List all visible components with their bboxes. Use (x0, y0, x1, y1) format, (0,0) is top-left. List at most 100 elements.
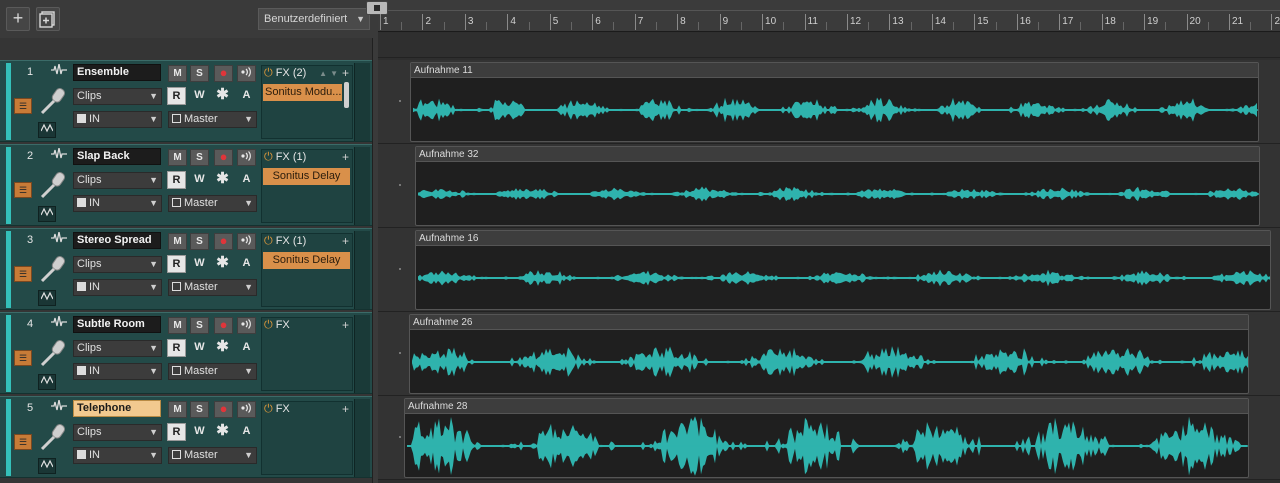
write-automation-button[interactable]: W (190, 423, 209, 441)
automation-icon[interactable] (38, 290, 56, 306)
star-icon[interactable]: ✱ (213, 255, 232, 273)
audio-clip[interactable]: Aufnahme 16 (415, 230, 1271, 310)
add-fx-icon[interactable]: + (342, 318, 349, 332)
fx-slot[interactable]: Sonitus Delay (263, 168, 350, 185)
record-arm-button[interactable]: ● (214, 149, 233, 166)
power-icon[interactable]: ⏻ (264, 151, 273, 163)
add-fx-icon[interactable]: + (342, 66, 349, 80)
now-time-marker[interactable] (366, 1, 388, 15)
input-echo-button[interactable] (237, 65, 256, 82)
track-header[interactable]: 1 Ensemble M S ● ▲▼ Clips▼ IN▼ R W ✱ A M… (0, 60, 372, 142)
star-icon[interactable]: ✱ (213, 339, 232, 357)
mute-button[interactable]: M (168, 401, 187, 418)
automation-lanes-button[interactable]: A (237, 171, 256, 189)
track-name-field[interactable]: Telephone (73, 400, 161, 417)
fx-slot[interactable]: Sonitus Modu... (263, 84, 342, 101)
track-lane[interactable]: Aufnahme 16 (378, 228, 1280, 312)
time-ruler[interactable]: 12345678910111213141516171819202122 (366, 0, 1280, 32)
record-arm-button[interactable]: ● (214, 401, 233, 418)
input-echo-button[interactable] (237, 401, 256, 418)
automation-icon[interactable] (38, 458, 56, 474)
read-automation-button[interactable]: R (167, 339, 186, 357)
track-mode-dropdown[interactable]: Clips ▼ (73, 172, 162, 189)
mute-button[interactable]: M (168, 233, 187, 250)
track-header[interactable]: 4 Subtle Room M S ● ▲▼ Clips▼ IN▼ R W ✱ … (0, 312, 372, 394)
automation-lanes-button[interactable]: A (237, 339, 256, 357)
fx-bin[interactable]: ⏻ FX + (261, 401, 353, 475)
fx-slot[interactable]: Sonitus Delay (263, 252, 350, 269)
input-dropdown[interactable]: IN ▼ (73, 447, 162, 464)
mute-button[interactable]: M (168, 317, 187, 334)
automation-icon[interactable] (38, 122, 56, 138)
record-arm-button[interactable]: ● (214, 65, 233, 82)
automation-icon[interactable] (38, 206, 56, 222)
track-view-preset-dropdown[interactable]: Benutzerdefiniert ▼ (258, 8, 370, 30)
input-dropdown[interactable]: IN ▼ (73, 363, 162, 380)
waveform-icon[interactable] (51, 231, 67, 247)
track-lane[interactable]: Aufnahme 11 (378, 60, 1280, 144)
solo-button[interactable]: S (190, 233, 209, 250)
clips-pane[interactable]: 12345678910111213141516171819202122 Aufn… (366, 0, 1280, 483)
read-automation-button[interactable]: R (167, 423, 186, 441)
add-fx-icon[interactable]: + (342, 234, 349, 248)
track-lane[interactable]: Aufnahme 28 (378, 396, 1280, 480)
track-lane[interactable]: Aufnahme 26 (378, 312, 1280, 396)
waveform-icon[interactable] (51, 63, 67, 79)
write-automation-button[interactable]: W (190, 255, 209, 273)
track-icon-toggle[interactable]: ☰ (14, 182, 32, 198)
track-mode-dropdown[interactable]: Clips ▼ (73, 88, 162, 105)
power-icon[interactable]: ⏻ (264, 67, 273, 79)
star-icon[interactable]: ✱ (213, 87, 232, 105)
audio-clip[interactable]: Aufnahme 11 (410, 62, 1259, 142)
track-lane[interactable]: Aufnahme 32 (378, 144, 1280, 228)
track-icon-toggle[interactable]: ☰ (14, 434, 32, 450)
mute-button[interactable]: M (168, 65, 187, 82)
audio-clip[interactable]: Aufnahme 28 (404, 398, 1249, 478)
fx-bin[interactable]: ⏻ FX (2) ▲ ▼ + Sonitus Modu... (261, 65, 353, 139)
waveform-icon[interactable] (51, 315, 67, 331)
add-fx-icon[interactable]: + (342, 402, 349, 416)
move-up-icon[interactable]: ▲ (319, 67, 327, 81)
track-mode-dropdown[interactable]: Clips ▼ (73, 256, 162, 273)
read-automation-button[interactable]: R (167, 87, 186, 105)
waveform-icon[interactable] (51, 147, 67, 163)
read-automation-button[interactable]: R (167, 171, 186, 189)
power-icon[interactable]: ⏻ (264, 403, 273, 415)
solo-button[interactable]: S (190, 149, 209, 166)
track-mode-dropdown[interactable]: Clips ▼ (73, 340, 162, 357)
audio-clip[interactable]: Aufnahme 26 (409, 314, 1249, 394)
record-arm-button[interactable]: ● (214, 317, 233, 334)
fx-bin[interactable]: ⏻ FX (1) + Sonitus Delay (261, 233, 353, 307)
output-dropdown[interactable]: Master ▼ (168, 111, 257, 128)
solo-button[interactable]: S (190, 317, 209, 334)
input-echo-button[interactable] (237, 317, 256, 334)
automation-icon[interactable] (38, 374, 56, 390)
track-name-field[interactable]: Stereo Spread (73, 232, 161, 249)
track-mode-dropdown[interactable]: Clips ▼ (73, 424, 162, 441)
track-icon-toggle[interactable]: ☰ (14, 350, 32, 366)
mute-button[interactable]: M (168, 149, 187, 166)
track-header[interactable]: 5 Telephone M S ● ▲▼ Clips▼ IN▼ R W ✱ A … (0, 396, 372, 478)
audio-clip[interactable]: Aufnahme 32 (415, 146, 1260, 226)
fx-bin[interactable]: ⏻ FX (1) + Sonitus Delay (261, 149, 353, 223)
star-icon[interactable]: ✱ (213, 423, 232, 441)
solo-button[interactable]: S (190, 65, 209, 82)
track-icon-toggle[interactable]: ☰ (14, 98, 32, 114)
output-dropdown[interactable]: Master ▼ (168, 279, 257, 296)
fx-bin[interactable]: ⏻ FX + (261, 317, 353, 391)
track-header[interactable]: 2 Slap Back M S ● ▲▼ Clips▼ IN▼ R W ✱ A … (0, 144, 372, 226)
output-dropdown[interactable]: Master ▼ (168, 195, 257, 212)
add-track-folder-icon[interactable] (36, 7, 60, 31)
marker-lane[interactable] (378, 33, 1280, 58)
output-dropdown[interactable]: Master ▼ (168, 363, 257, 380)
track-name-field[interactable]: Slap Back (73, 148, 161, 165)
record-arm-button[interactable]: ● (214, 233, 233, 250)
read-automation-button[interactable]: R (167, 255, 186, 273)
output-dropdown[interactable]: Master ▼ (168, 447, 257, 464)
power-icon[interactable]: ⏻ (264, 235, 273, 247)
automation-lanes-button[interactable]: A (237, 423, 256, 441)
write-automation-button[interactable]: W (190, 171, 209, 189)
input-dropdown[interactable]: IN ▼ (73, 111, 162, 128)
move-down-icon[interactable]: ▼ (330, 67, 338, 81)
track-name-field[interactable]: Subtle Room (73, 316, 161, 333)
